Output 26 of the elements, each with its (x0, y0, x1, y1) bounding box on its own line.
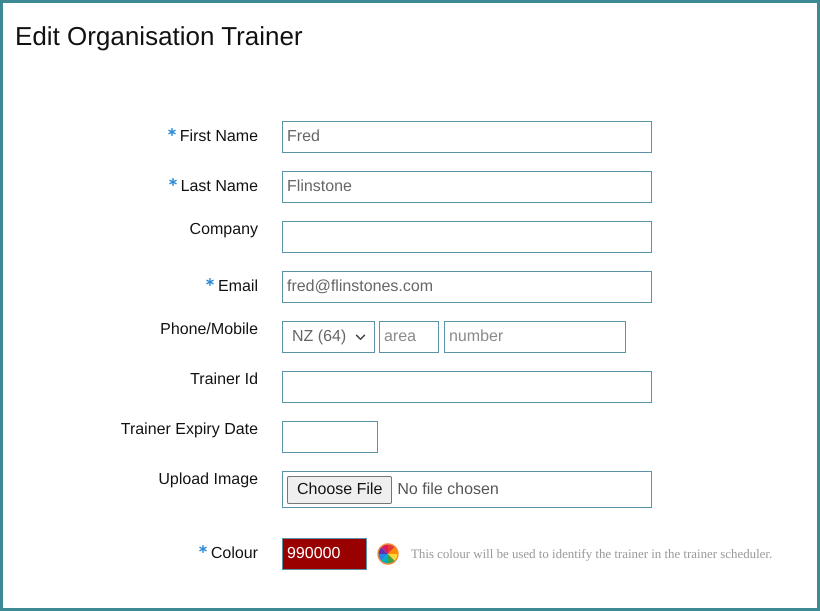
area-code-field[interactable]: area (379, 321, 439, 353)
text-field[interactable] (282, 221, 652, 253)
choose-file-button[interactable]: Choose File (287, 476, 392, 504)
field-label: Phone/Mobile (160, 321, 258, 339)
colour-wheel-icon[interactable] (377, 543, 399, 565)
text-field[interactable] (282, 371, 652, 403)
field-label: Colour (210, 545, 258, 563)
page-title: Edit Organisation Trainer (15, 21, 303, 51)
text-field[interactable]: fred@flinstones.com (282, 271, 652, 303)
date-field[interactable] (282, 421, 378, 453)
field-label: Trainer Id (190, 371, 258, 389)
file-upload-field[interactable]: Choose File No file chosen (282, 471, 652, 508)
field-label: Email (218, 278, 258, 296)
field-label: Upload Image (158, 471, 258, 489)
text-field[interactable]: Fred (282, 121, 652, 153)
field-label: Trainer Expiry Date (120, 421, 258, 439)
field-label: Last Name (180, 178, 258, 196)
phone-number-field[interactable]: number (444, 321, 626, 353)
field-label: Company (190, 221, 258, 239)
field-label: First Name (180, 128, 258, 146)
file-status-text: No file chosen (397, 480, 499, 500)
colour-field[interactable]: 990000 (282, 538, 367, 570)
chevron-down-icon (355, 334, 366, 340)
country-select[interactable]: NZ (64) (282, 321, 375, 353)
colour-hint-text: This colour will be used to identify the trainer in the trainer scheduler. (411, 546, 772, 562)
text-field[interactable]: Flinstone (282, 171, 652, 203)
